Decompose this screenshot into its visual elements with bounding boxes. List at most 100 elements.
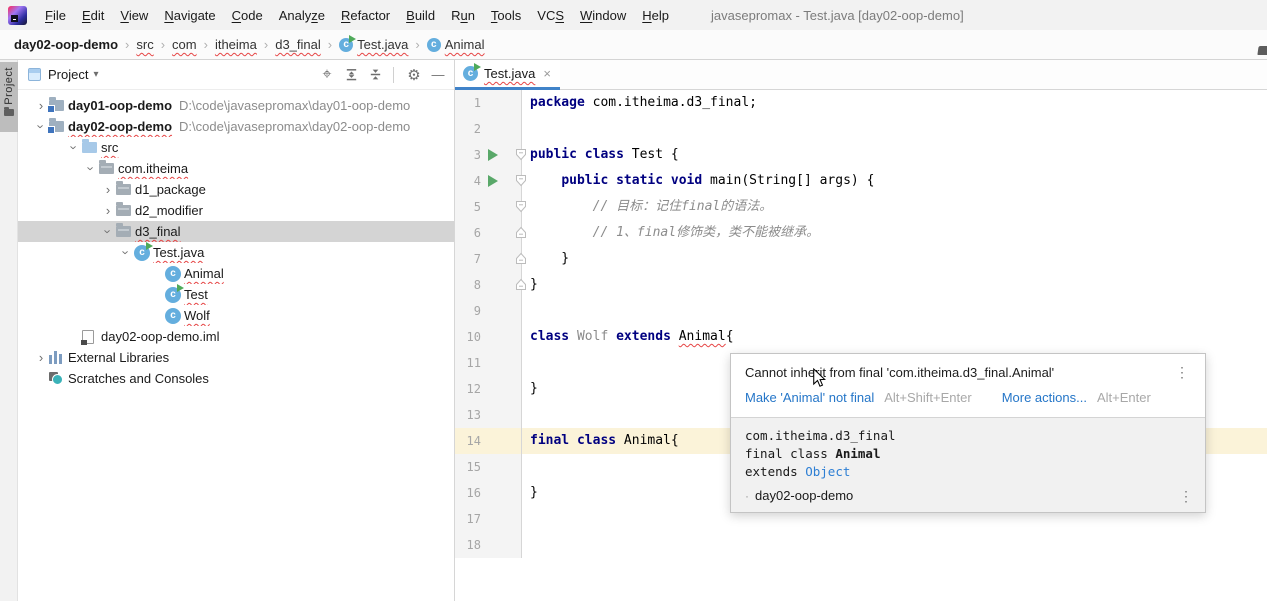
line-number: 1 [473, 96, 481, 110]
line-number: 14 [466, 434, 481, 448]
more-actions-link[interactable]: More actions... [1002, 390, 1087, 405]
tree-row-d2-modifier[interactable]: › d2_modifier [18, 200, 454, 221]
project-view-selector[interactable]: Project [48, 67, 88, 82]
doc-object-link[interactable]: Object [805, 464, 850, 479]
collapse-all-icon[interactable] [365, 65, 385, 85]
tree-row-src[interactable]: › src [18, 137, 454, 158]
breadcrumb-project[interactable]: day02-oop-demo [14, 37, 118, 52]
breadcrumb-item-com[interactable]: com [172, 37, 197, 52]
tree-row-animal[interactable]: c Animal [18, 263, 454, 284]
module-icon: · [745, 488, 749, 503]
chevron-expanded-icon[interactable]: › [34, 119, 49, 135]
code-line-2[interactable]: 2 [455, 116, 1267, 142]
settings-icon[interactable]: ⚙ [404, 65, 424, 85]
menu-item-refactor[interactable]: Refactor [333, 4, 398, 27]
line-number: 15 [466, 460, 481, 474]
token: // 1、final修饰类，类不能被继承。 [592, 225, 820, 240]
code-line-4[interactable]: 4 public static void main(String[] args)… [455, 168, 1267, 194]
tree-row-day02-oop-demo-iml[interactable]: day02-oop-demo.iml [18, 326, 454, 347]
breadcrumb-item-src[interactable]: src [136, 37, 153, 52]
class-icon: c [165, 265, 181, 282]
breadcrumb-item-animal[interactable]: c Animal [426, 37, 485, 52]
tree-label: day02-oop-demo.iml [101, 329, 220, 344]
tree-row-com-itheima[interactable]: › com.itheima [18, 158, 454, 179]
code-line-18[interactable]: 18 [455, 532, 1267, 558]
editor-gutter: 13 [455, 402, 522, 428]
code-line-3[interactable]: 3 public class Test { [455, 142, 1267, 168]
tree-path: D:\code\javasepromax\day01-oop-demo [179, 98, 411, 113]
run-gutter-icon[interactable] [481, 175, 505, 187]
kebab-menu-icon[interactable]: ⋮ [1173, 365, 1191, 379]
tree-row-day02-oop-demo[interactable]: › day02-oop-demo D:\code\javasepromax\day0… [18, 116, 454, 137]
run-gutter-icon[interactable] [481, 149, 505, 161]
package-folder-icon [116, 202, 131, 216]
breadcrumb-item-itheima[interactable]: itheima [215, 37, 257, 52]
chevron-collapsed-icon[interactable]: › [100, 204, 116, 217]
code-line-1[interactable]: 1 package com.itheima.d3_final; [455, 90, 1267, 116]
more-actions-shortcut: Alt+Enter [1096, 390, 1151, 405]
menu-item-edit[interactable]: Edit [74, 4, 112, 27]
fold-marker-icon[interactable] [515, 278, 527, 291]
breadcrumb-label: Test.java [357, 37, 409, 52]
token: Animal [678, 329, 726, 344]
doc-module-row: · day02-oop-demo ⋮ [731, 483, 1205, 512]
chevron-expanded-icon[interactable]: › [67, 140, 82, 156]
hide-panel-icon[interactable]: — [428, 65, 448, 85]
menu-item-file[interactable]: File [37, 4, 74, 27]
tree-row-wolf[interactable]: c Wolf [18, 305, 454, 326]
editor-gutter: 2 [455, 116, 522, 142]
fold-marker-icon[interactable] [515, 174, 527, 187]
menu-item-view[interactable]: View [112, 4, 156, 27]
chevron-expanded-icon[interactable]: › [101, 224, 116, 240]
menu-item-window[interactable]: Window [572, 4, 634, 27]
code-line-7[interactable]: 7 } [455, 246, 1267, 272]
tree-label: src [101, 140, 119, 155]
close-icon[interactable]: × [543, 66, 551, 81]
line-number: 7 [473, 252, 481, 266]
tab-test-java[interactable]: c Test.java × [455, 60, 560, 90]
breadcrumb-item-d3-final[interactable]: d3_final [275, 37, 321, 52]
fold-marker-icon[interactable] [515, 252, 527, 265]
code-editor[interactable]: 1 package com.itheima.d3_final; 2 3 public c… [455, 90, 1267, 601]
menu-item-help[interactable]: Help [634, 4, 677, 27]
menu-item-navigate[interactable]: Navigate [156, 4, 223, 27]
tree-row-day01-oop-demo[interactable]: › day01-oop-demo D:\code\javasepromax\day0… [18, 95, 454, 116]
token: Animal{ [616, 433, 679, 448]
tree-row-test-java[interactable]: › c Test.java [18, 242, 454, 263]
kebab-menu-icon[interactable]: ⋮ [1177, 489, 1195, 503]
code-line-6[interactable]: 6 // 1、final修饰类，类不能被继承。 [455, 220, 1267, 246]
menu-item-tools[interactable]: Tools [483, 4, 529, 27]
editor-gutter: 17 [455, 506, 522, 532]
menu-item-analyze[interactable]: Analyze [271, 4, 333, 27]
fold-marker-icon[interactable] [515, 226, 527, 239]
code-text [522, 298, 1267, 324]
chevron-expanded-icon[interactable]: › [84, 161, 99, 177]
code-line-9[interactable]: 9 [455, 298, 1267, 324]
tree-row-d3-final[interactable]: › d3_final [18, 221, 454, 242]
menu-item-code[interactable]: Code [224, 4, 271, 27]
tree-row-test[interactable]: c Test [18, 284, 454, 305]
project-stripe-button[interactable]: Project [0, 62, 18, 132]
code-line-10[interactable]: 10 class Wolf extends Animal{ [455, 324, 1267, 350]
chevron-collapsed-icon[interactable]: › [100, 183, 116, 196]
menu-item-run[interactable]: Run [443, 4, 483, 27]
tree-row-d1-package[interactable]: › d1_package [18, 179, 454, 200]
token: Test { [623, 147, 679, 162]
chevron-collapsed-icon[interactable]: › [33, 351, 49, 364]
fold-marker-icon[interactable] [515, 200, 527, 213]
menu-item-build[interactable]: Build [398, 4, 443, 27]
tree-row-scratches-and-consoles[interactable]: Scratches and Consoles [18, 368, 454, 389]
breadcrumb-bar: day02-oop-demo › src › com › itheima › d3_final… [0, 30, 1267, 60]
locate-file-icon[interactable]: ⌖ [317, 65, 337, 85]
fold-marker-icon[interactable] [515, 148, 527, 161]
menu-item-vcs[interactable]: VCS [529, 4, 572, 27]
breadcrumb-item-test-java[interactable]: c Test.java [339, 34, 409, 52]
token: main(String[] args) { [702, 173, 875, 188]
code-line-5[interactable]: 5 // 目标：记住final的语法。 [455, 194, 1267, 220]
tree-row-external-libraries[interactable]: › External Libraries [18, 347, 454, 368]
code-line-8[interactable]: 8} [455, 272, 1267, 298]
expand-all-icon[interactable] [341, 65, 361, 85]
chevron-expanded-icon[interactable]: › [119, 245, 134, 261]
